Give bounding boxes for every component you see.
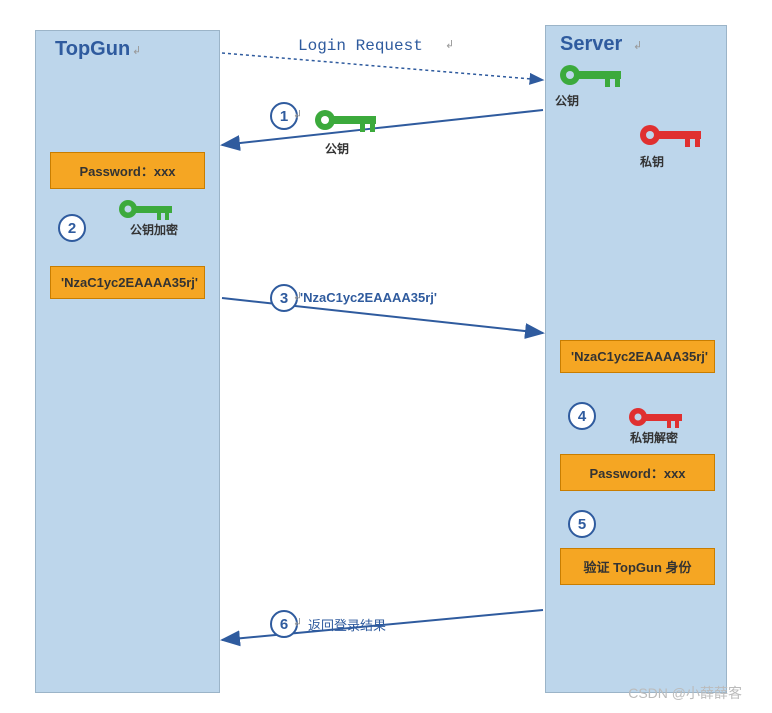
step-2-badge: 2 bbox=[58, 214, 86, 242]
glyph-icon: ↲ bbox=[633, 39, 642, 52]
server-title: Server bbox=[560, 33, 622, 56]
login-request-label: Login Request bbox=[298, 37, 423, 55]
encrypted-message-label: 'NzaC1yc2EAAAA35rj' bbox=[300, 290, 437, 305]
verify-box: 验证 TopGun 身份 bbox=[560, 548, 715, 585]
client-title: TopGun bbox=[55, 38, 130, 61]
encrypted-box-client: 'NzaC1yc2EAAAA35rj' bbox=[50, 266, 205, 299]
private-key-icon bbox=[635, 115, 715, 155]
public-key-sent-label: 公钥 bbox=[325, 140, 349, 157]
password-box-client: Password：xxx bbox=[50, 152, 205, 189]
glyph-icon: ↲ bbox=[445, 38, 454, 51]
watermark: CSDN @小薛薛客 bbox=[628, 683, 742, 703]
glyph-icon: ↲ bbox=[293, 108, 302, 121]
glyph-icon: ↲ bbox=[293, 290, 302, 303]
public-key-sent-icon bbox=[310, 100, 390, 140]
return-result-label: 返回登录结果 bbox=[308, 615, 386, 634]
glyph-icon: ↲ bbox=[132, 44, 141, 57]
client-panel bbox=[35, 30, 220, 693]
diagram-canvas: TopGun Server Login Request 公钥 私钥 公钥 Pas… bbox=[0, 0, 772, 713]
password-box-server: Password：xxx bbox=[560, 454, 715, 491]
decrypt-label: 私钥解密 bbox=[630, 429, 678, 446]
step-5-badge: 5 bbox=[568, 510, 596, 538]
encrypt-label: 公钥加密 bbox=[130, 221, 178, 238]
private-key-label: 私钥 bbox=[640, 153, 664, 170]
glyph-icon: ↲ bbox=[293, 616, 302, 629]
step-4-badge: 4 bbox=[568, 402, 596, 430]
public-key-label: 公钥 bbox=[555, 92, 579, 109]
encrypted-box-server: 'NzaC1yc2EAAAA35rj' bbox=[560, 340, 715, 373]
public-key-icon bbox=[555, 55, 635, 95]
